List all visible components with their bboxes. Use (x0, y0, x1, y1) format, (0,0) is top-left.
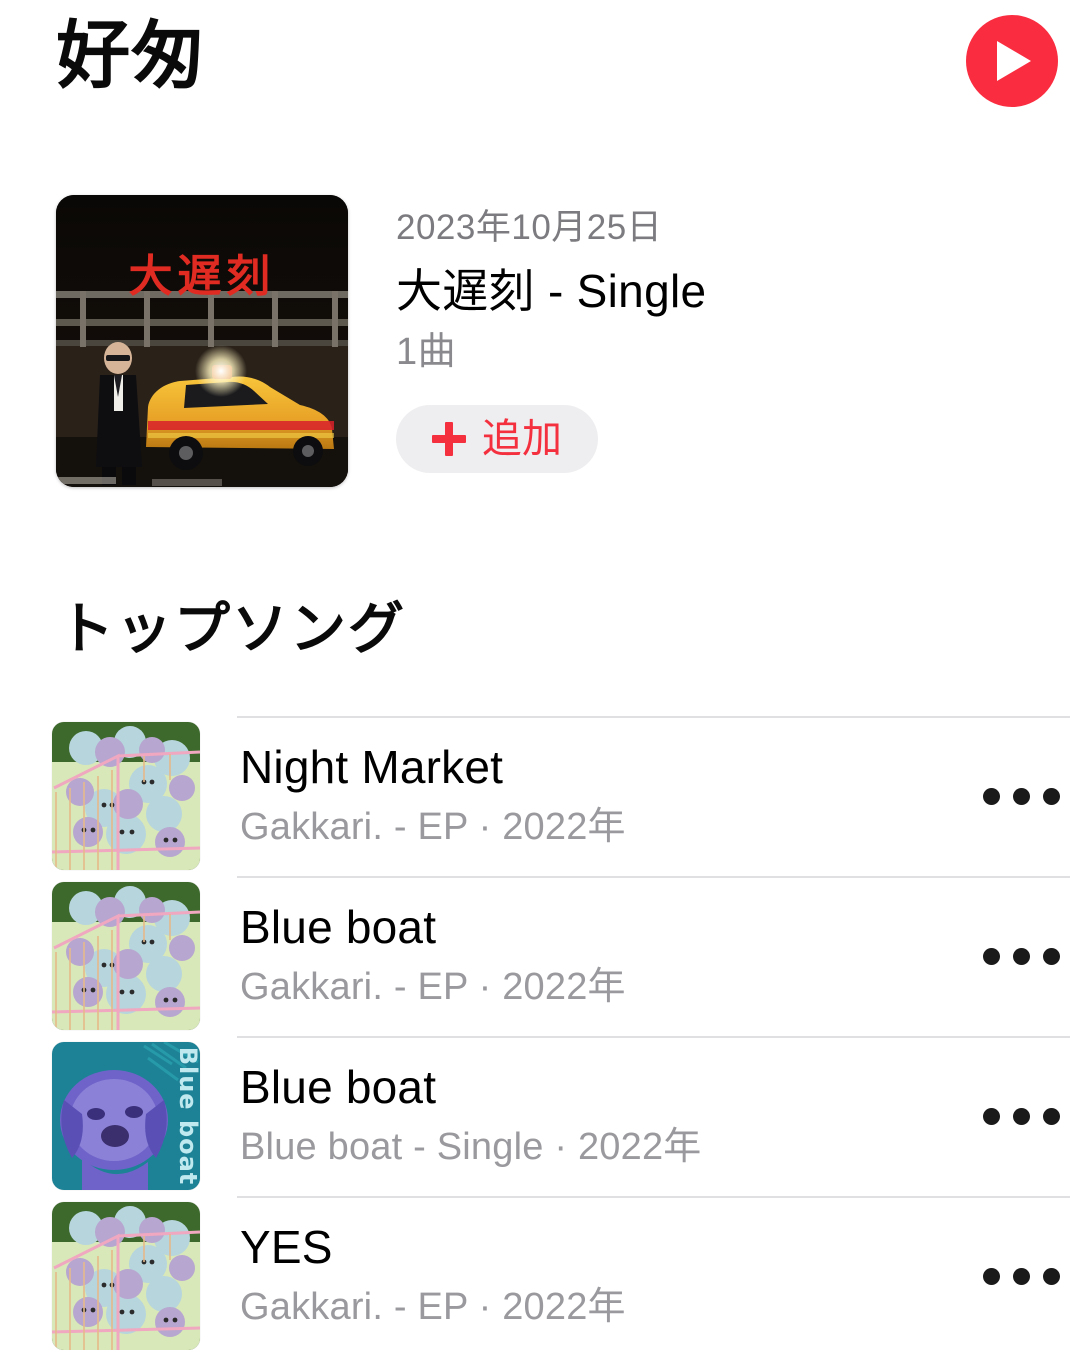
page-title: 好匆 (56, 13, 206, 99)
song-subtitle: Gakkari. - EP · 2022年 (240, 1286, 626, 1329)
song-text: Blue boat Gakkari. - EP · 2022年 (240, 899, 966, 1014)
top-songs-heading: トップソング (58, 597, 406, 662)
song-subtitle: Gakkari. - EP · 2022年 (240, 966, 626, 1009)
song-artwork: Blue boat (52, 1042, 200, 1190)
add-button[interactable]: 追加 (396, 405, 598, 474)
album-track-count: 1曲 (396, 330, 457, 373)
album-release-date: 2023年10月25日 (396, 208, 663, 247)
list-item[interactable]: Blue boat Gakkari. - EP · 2022年 (0, 876, 1080, 1036)
svg-text:大遅刻: 大遅刻 (129, 251, 276, 302)
ellipsis-icon (982, 947, 1000, 965)
row-divider (237, 716, 1070, 718)
song-artwork (52, 722, 200, 870)
more-options-button[interactable] (966, 741, 1076, 851)
song-title: Blue boat (240, 1060, 437, 1113)
row-divider (237, 1196, 1070, 1198)
song-title: Night Market (240, 740, 504, 793)
row-divider (237, 876, 1070, 878)
ellipsis-icon (1042, 947, 1060, 965)
song-artwork (52, 1202, 200, 1350)
ellipsis-icon (1012, 787, 1030, 805)
song-subtitle: Gakkari. - EP · 2022年 (240, 806, 626, 849)
ellipsis-icon (1042, 1107, 1060, 1125)
ellipsis-icon (982, 1107, 1000, 1125)
song-subtitle: Blue boat - Single · 2022年 (240, 1126, 702, 1169)
ellipsis-icon (982, 787, 1000, 805)
ellipsis-icon (982, 1267, 1000, 1285)
more-options-button[interactable] (966, 1061, 1076, 1171)
song-title: YES (240, 1220, 333, 1273)
song-text: Night Market Gakkari. - EP · 2022年 (240, 739, 966, 854)
ellipsis-icon (1042, 787, 1060, 805)
album-title[interactable]: 大遅刻 - Single (396, 260, 1016, 322)
more-options-button[interactable] (966, 1221, 1076, 1331)
ellipsis-icon (1012, 1107, 1030, 1125)
add-button-label: 追加 (482, 416, 562, 463)
top-songs-list: Night Market Gakkari. - EP · 2022年 Blue … (0, 716, 1080, 1350)
ellipsis-icon (1042, 1267, 1060, 1285)
play-button[interactable] (966, 15, 1058, 107)
play-icon (989, 39, 1035, 83)
artist-page: 好匆 大遅刻 2023年10月25日 大遅刻 - Single 1曲 追加 トッ… (0, 0, 1080, 1350)
ellipsis-icon (1012, 1267, 1030, 1285)
page-header: 好匆 (0, 0, 1080, 130)
song-text: Blue boat Blue boat - Single · 2022年 (240, 1059, 966, 1174)
row-divider (237, 1036, 1070, 1038)
plus-icon (432, 422, 466, 457)
song-text: YES Gakkari. - EP · 2022年 (240, 1219, 966, 1334)
song-title: Blue boat (240, 900, 437, 953)
ellipsis-icon (1012, 947, 1030, 965)
more-options-button[interactable] (966, 901, 1076, 1011)
song-artwork (52, 882, 200, 1030)
list-item[interactable]: Blue boat Blue boat Blue boat - Single ·… (0, 1036, 1080, 1196)
album-info: 2023年10月25日 大遅刻 - Single 1曲 追加 (396, 203, 1016, 474)
album-artwork[interactable]: 大遅刻 (56, 195, 348, 487)
svg-text:Blue boat: Blue boat (174, 1047, 200, 1186)
featured-album: 大遅刻 2023年10月25日 大遅刻 - Single 1曲 追加 (0, 195, 1080, 505)
list-item[interactable]: Night Market Gakkari. - EP · 2022年 (0, 716, 1080, 876)
list-item[interactable]: YES Gakkari. - EP · 2022年 (0, 1196, 1080, 1350)
